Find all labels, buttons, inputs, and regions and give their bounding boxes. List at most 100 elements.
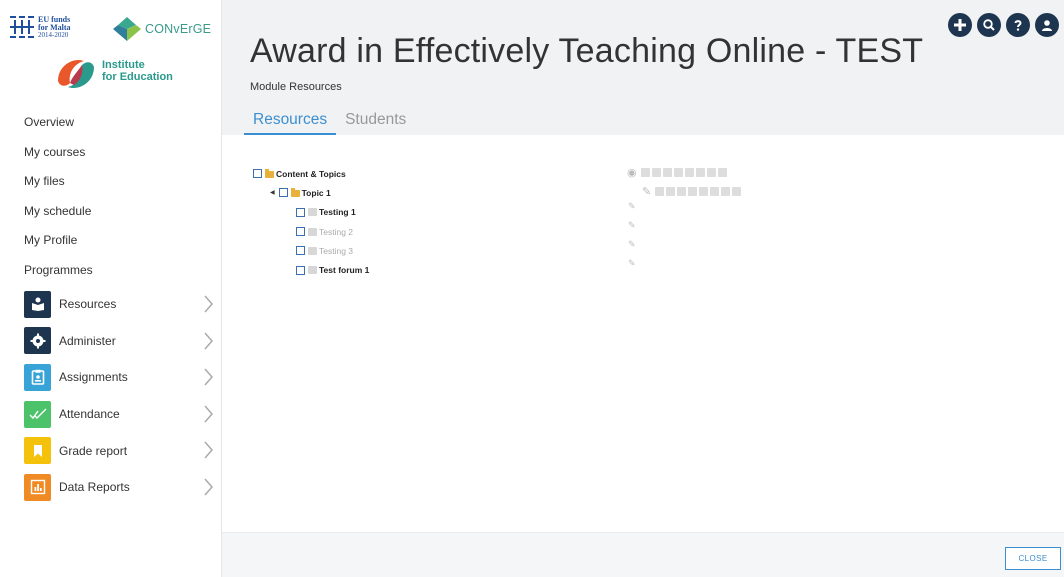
page-subtitle: Module Resources bbox=[250, 81, 342, 93]
folder-icon bbox=[290, 188, 300, 198]
chevron-right-icon bbox=[204, 295, 213, 313]
resource-add-icon[interactable] bbox=[662, 168, 672, 177]
sidebar-item-label: Attendance bbox=[59, 407, 120, 422]
sidebar-item-resources[interactable]: Resources bbox=[0, 286, 222, 323]
converge-text: CONvErGE bbox=[145, 22, 212, 36]
pencil-icon[interactable]: ✎ bbox=[628, 220, 636, 231]
checkbox[interactable] bbox=[296, 246, 305, 256]
topic-actions: ✎ bbox=[642, 185, 743, 198]
sidebar-item-grade-report[interactable]: Grade report bbox=[0, 432, 222, 469]
resource-add-icon[interactable] bbox=[677, 187, 687, 196]
nav-my-courses[interactable]: My courses bbox=[24, 140, 93, 170]
nav-tiles: Resources Administer Assignments Attenda… bbox=[0, 286, 222, 506]
tab-bar: Resources Students bbox=[244, 111, 415, 135]
double-check-icon bbox=[24, 400, 51, 428]
pencil-icon[interactable]: ✎ bbox=[642, 185, 651, 198]
checkbox[interactable] bbox=[296, 207, 305, 217]
plus-icon[interactable] bbox=[948, 13, 972, 37]
chevron-right-icon bbox=[204, 478, 213, 496]
sidebar-item-label: Administer bbox=[59, 333, 116, 348]
tree-item-label[interactable]: Testing 3 bbox=[319, 246, 353, 256]
chevron-right-icon bbox=[204, 405, 213, 423]
converge-logo: CONvErGE bbox=[112, 16, 211, 42]
nav-links: Overview My courses My files My schedule… bbox=[24, 110, 93, 287]
eu-funds-logo: EU funds for Malta 2014-2020 bbox=[10, 16, 71, 39]
header-actions bbox=[948, 13, 1064, 37]
checkbox[interactable] bbox=[296, 227, 305, 237]
forum-add-icon[interactable] bbox=[688, 187, 698, 196]
forum-add-icon[interactable] bbox=[673, 168, 683, 177]
book-person-icon bbox=[24, 290, 51, 318]
checkbox[interactable] bbox=[296, 265, 305, 275]
eye-icon[interactable]: ◉ bbox=[627, 166, 637, 179]
checkbox[interactable] bbox=[278, 188, 288, 198]
sidebar-item-data-reports[interactable]: Data Reports bbox=[0, 469, 222, 506]
eu-grid-icon bbox=[10, 16, 34, 38]
chevron-right-icon bbox=[204, 368, 213, 386]
sidebar-item-assignments[interactable]: Assignments bbox=[0, 359, 222, 396]
tree-item: Testing 2 bbox=[253, 222, 369, 241]
nav-programmes[interactable]: Programmes bbox=[24, 258, 93, 288]
resource-icon bbox=[308, 227, 317, 236]
document-add-icon[interactable] bbox=[684, 168, 694, 177]
add-icon[interactable] bbox=[640, 168, 650, 177]
ife-logo: Institute for Education bbox=[54, 53, 173, 95]
quiz-add-icon[interactable] bbox=[710, 187, 720, 196]
resource-icon bbox=[308, 208, 317, 217]
tree-item: Testing 1 bbox=[253, 203, 369, 222]
tree-root: Content & Topics bbox=[253, 164, 369, 183]
clipboard-icon bbox=[24, 363, 51, 391]
tree-item-label[interactable]: Testing 1 bbox=[319, 207, 356, 217]
quiz-add-icon[interactable] bbox=[695, 168, 705, 177]
close-button[interactable]: CLOSE bbox=[1005, 547, 1061, 570]
root-actions: ◉ bbox=[627, 166, 729, 179]
page-title: Award in Effectively Teaching Online - T… bbox=[250, 32, 924, 70]
chevron-right-icon bbox=[204, 441, 213, 459]
nav-my-schedule[interactable]: My schedule bbox=[24, 199, 93, 229]
checkbox[interactable] bbox=[253, 169, 262, 179]
ife-mark-icon bbox=[58, 59, 94, 89]
gear-icon bbox=[24, 327, 51, 355]
resource-tree: Content & Topics ◀ Topic 1 Testing 1 Tes… bbox=[253, 164, 369, 280]
nav-overview[interactable]: Overview bbox=[24, 110, 93, 140]
search-icon[interactable] bbox=[977, 13, 1001, 37]
help-icon[interactable] bbox=[1006, 13, 1030, 37]
pencil-icon[interactable]: ✎ bbox=[628, 201, 636, 212]
tab-resources[interactable]: Resources bbox=[244, 111, 337, 135]
tree-root-label[interactable]: Content & Topics bbox=[276, 169, 346, 179]
sidebar-item-label: Assignments bbox=[59, 370, 128, 385]
sidebar-item-attendance[interactable]: Attendance bbox=[0, 396, 222, 433]
bookmark-icon bbox=[24, 437, 51, 465]
folder-add-icon[interactable] bbox=[651, 168, 661, 177]
tree-topic-label[interactable]: Topic 1 bbox=[302, 188, 331, 198]
sidebar-item-administer[interactable]: Administer bbox=[0, 323, 222, 360]
tab-students[interactable]: Students bbox=[336, 111, 415, 135]
sidebar: EU funds for Malta 2014-2020 CONvErGE In… bbox=[0, 0, 222, 577]
bar-chart-icon bbox=[24, 473, 51, 501]
checklist-add-icon[interactable] bbox=[717, 168, 727, 177]
pencil-icon[interactable]: ✎ bbox=[628, 239, 636, 250]
nav-my-profile[interactable]: My Profile bbox=[24, 228, 93, 258]
resource-icon bbox=[308, 246, 317, 255]
expand-triangle-icon[interactable]: ◀ bbox=[270, 189, 275, 196]
user-icon[interactable] bbox=[1035, 13, 1059, 37]
logo-area: EU funds for Malta 2014-2020 CONvErGE In… bbox=[0, 0, 222, 104]
tree-item-label[interactable]: Test forum 1 bbox=[319, 265, 369, 275]
tree-item-label[interactable]: Testing 2 bbox=[319, 227, 353, 237]
forum-icon bbox=[308, 266, 317, 275]
checklist-add-icon[interactable] bbox=[732, 187, 742, 196]
video-add-icon[interactable] bbox=[721, 187, 731, 196]
sidebar-item-label: Data Reports bbox=[59, 480, 130, 495]
nav-my-files[interactable]: My files bbox=[24, 169, 93, 199]
footer-bar: CLOSE bbox=[222, 532, 1064, 577]
add-icon[interactable] bbox=[655, 187, 665, 196]
chevron-right-icon bbox=[204, 332, 213, 350]
converge-mark-icon bbox=[113, 17, 141, 41]
pencil-icon[interactable]: ✎ bbox=[628, 258, 636, 269]
tree-topic: ◀ Topic 1 bbox=[253, 183, 369, 202]
sidebar-item-label: Grade report bbox=[59, 443, 128, 458]
document-add-icon[interactable] bbox=[699, 187, 709, 196]
folder-icon bbox=[265, 169, 274, 179]
video-add-icon[interactable] bbox=[706, 168, 716, 177]
folder-add-icon[interactable] bbox=[666, 187, 676, 196]
